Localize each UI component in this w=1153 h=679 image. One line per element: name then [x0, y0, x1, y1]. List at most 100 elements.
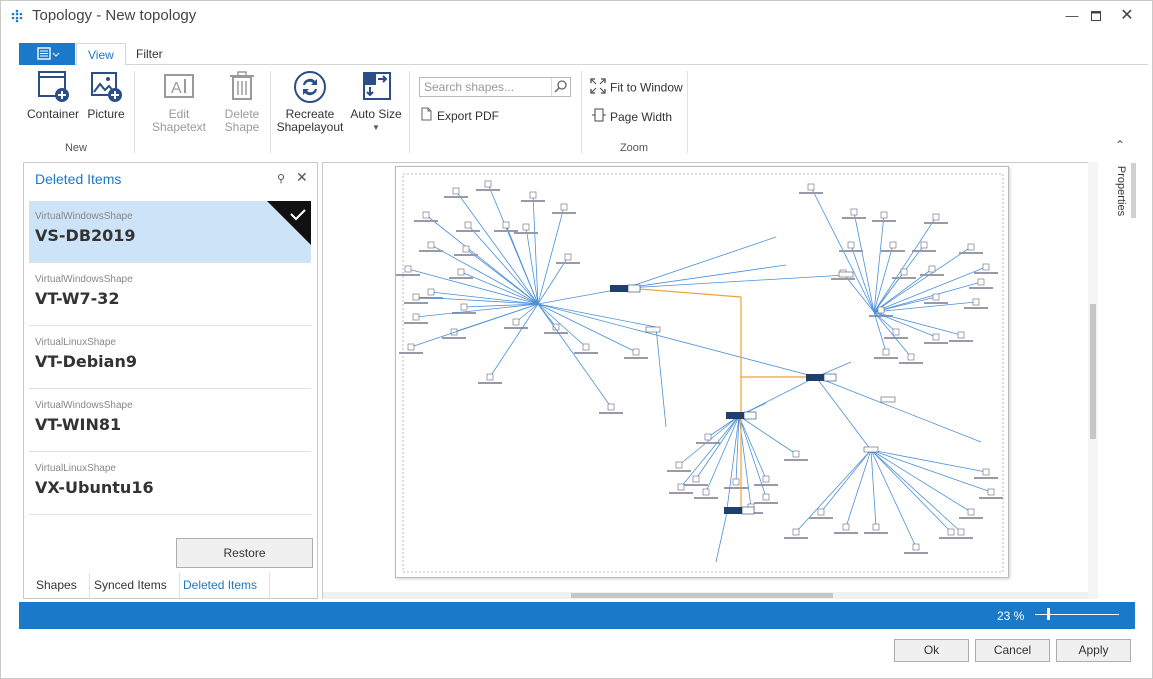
node-label	[979, 497, 1003, 499]
node-label	[784, 537, 808, 539]
delete-shape-label-2: Shape	[224, 120, 260, 134]
node-icon	[512, 318, 520, 326]
node-icon	[457, 268, 465, 276]
node-label	[404, 322, 428, 324]
item-type: VirtualWindowsShape	[35, 211, 133, 222]
node-label	[521, 200, 545, 202]
file-menu-button[interactable]	[19, 43, 75, 65]
auto-size-icon	[363, 72, 391, 100]
link-line	[537, 256, 569, 305]
horizontal-scroll-thumb[interactable]	[571, 593, 833, 598]
link-line	[537, 303, 817, 378]
list-item[interactable]: VirtualLinuxShape VT-Debian9	[29, 327, 311, 389]
horizontal-scrollbar[interactable]	[323, 592, 1097, 599]
tab-shapes[interactable]: Shapes	[24, 573, 90, 599]
node-icon	[407, 343, 415, 351]
list-item[interactable]: VirtualLinuxShape VX-Ubuntu16	[29, 453, 311, 515]
node-icon	[850, 208, 858, 216]
node-label	[899, 362, 923, 364]
vertical-scroll-thumb[interactable]	[1090, 304, 1096, 439]
properties-scrollbar[interactable]	[1131, 163, 1136, 218]
ok-button[interactable]: Ok	[894, 639, 969, 662]
node-label	[874, 357, 898, 359]
node-label	[694, 497, 718, 499]
close-window-icon[interactable]: ✕	[1116, 6, 1138, 26]
node-label	[414, 220, 438, 222]
node-icon	[882, 348, 890, 356]
picture-button[interactable]: Picture	[85, 69, 127, 121]
list-item[interactable]: VirtualWindowsShape VT-W7-32	[29, 264, 311, 326]
node-label	[912, 250, 936, 252]
node-icon	[932, 293, 940, 301]
node-label	[974, 477, 998, 479]
maximize-icon[interactable]	[1085, 6, 1107, 26]
node-label	[872, 220, 896, 222]
node-label	[478, 382, 502, 384]
item-type: VirtualWindowsShape	[35, 274, 133, 285]
minimize-icon[interactable]: —	[1061, 6, 1083, 26]
node-icon	[982, 468, 990, 476]
node-icon	[967, 508, 975, 516]
node-icon	[877, 306, 885, 314]
fit-to-window-button[interactable]: Fit to Window	[590, 78, 683, 96]
recreate-shapelayout-button[interactable]: Recreate Shapelayout	[275, 69, 345, 134]
item-name: VT-Debian9	[35, 352, 137, 371]
auto-size-button[interactable]: Auto Size ▼	[349, 69, 403, 134]
node-label	[784, 459, 808, 461]
node-icon	[889, 241, 897, 249]
search-shapes-input[interactable]: Search shapes...	[419, 77, 571, 97]
link-line	[695, 415, 740, 480]
node-icon	[967, 243, 975, 251]
collapse-ribbon-icon[interactable]: ⌃	[1115, 138, 1125, 152]
node-label	[839, 250, 863, 252]
close-panel-icon[interactable]: ✕	[296, 169, 308, 186]
auto-size-label: Auto Size	[350, 107, 402, 121]
node-label	[974, 272, 998, 274]
page-width-label: Page Width	[610, 110, 673, 124]
link-line	[795, 449, 872, 533]
vertical-scrollbar[interactable]	[1088, 162, 1098, 599]
node-label	[444, 196, 468, 198]
tab-view[interactable]: View	[76, 43, 126, 66]
node-icon	[522, 223, 530, 231]
topology-canvas[interactable]	[322, 162, 1098, 599]
node-label	[924, 222, 948, 224]
node-label	[904, 552, 928, 554]
delete-shape-button[interactable]: Delete Shape	[221, 69, 263, 134]
node-icon	[912, 543, 920, 551]
cancel-button[interactable]: Cancel	[975, 639, 1050, 662]
pin-icon[interactable]: ⚲	[277, 172, 285, 185]
link-line	[537, 303, 657, 328]
list-item[interactable]: VirtualWindowsShape VS-DB2019	[29, 201, 311, 263]
picture-icon	[91, 72, 122, 102]
tab-synced-items[interactable]: Synced Items	[82, 573, 180, 599]
container-button[interactable]: Container	[25, 69, 81, 121]
node-icon	[502, 221, 510, 229]
switch-node	[610, 285, 628, 292]
properties-tab[interactable]: Properties	[1108, 163, 1130, 223]
tab-filter[interactable]: Filter	[125, 43, 174, 66]
list-item[interactable]: VirtualWindowsShape VT-WIN81	[29, 390, 311, 452]
node-icon	[452, 187, 460, 195]
node-label	[939, 537, 963, 539]
apply-button[interactable]: Apply	[1056, 639, 1131, 662]
node-icon	[932, 213, 940, 221]
tab-deleted-items[interactable]: Deleted Items	[171, 573, 271, 599]
ribbon-separator	[581, 71, 582, 153]
node-icon	[842, 523, 850, 531]
node-label	[544, 332, 568, 334]
edit-shapetext-button[interactable]: A Edit Shapetext	[141, 69, 217, 134]
topology-page[interactable]	[395, 166, 1009, 578]
restore-button[interactable]: Restore	[176, 538, 313, 568]
node-label	[624, 357, 648, 359]
deleted-items-panel: Deleted Items ⚲ ✕ VirtualWindowsShape VS…	[23, 162, 318, 599]
zoom-slider-thumb[interactable]	[1047, 608, 1050, 620]
search-icon[interactable]	[551, 78, 570, 96]
panel-tabs: Shapes Synced Items Deleted Items	[24, 573, 317, 599]
node-icon	[462, 245, 470, 253]
page-width-button[interactable]: Page Width	[592, 108, 672, 126]
topology-diagram[interactable]	[396, 167, 1010, 579]
export-pdf-button[interactable]: Export PDF	[419, 107, 499, 125]
node-label	[494, 230, 518, 232]
node-label	[809, 517, 833, 519]
